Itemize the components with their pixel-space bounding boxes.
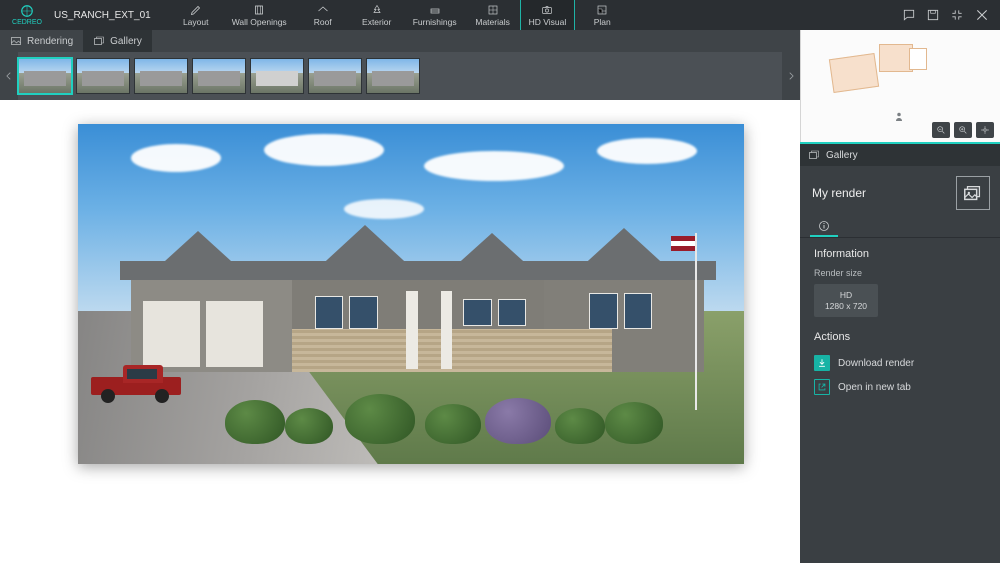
side-panel-tabs xyxy=(800,216,1000,238)
actions-heading: Actions xyxy=(814,331,988,343)
chat-icon xyxy=(902,8,916,22)
close-icon xyxy=(974,7,990,23)
close-button[interactable] xyxy=(974,7,990,23)
image-icon xyxy=(10,35,22,47)
action-label: Open in new tab xyxy=(838,382,911,393)
project-name: US_RANCH_EXT_01 xyxy=(54,10,169,21)
thumbnail[interactable] xyxy=(366,58,420,94)
tab-info[interactable] xyxy=(810,216,838,237)
thumbnail[interactable] xyxy=(192,58,246,94)
pencil-icon xyxy=(189,4,203,16)
sofa-icon xyxy=(428,4,442,16)
roof-icon xyxy=(316,4,330,16)
chevron-right-icon xyxy=(786,69,796,83)
tool-label: Furnishings xyxy=(413,17,457,27)
render-size-label: Render size xyxy=(814,268,988,278)
thumbnail[interactable] xyxy=(134,58,188,94)
render-size-chip[interactable]: HD 1280 x 720 xyxy=(814,284,878,317)
brand-text: CEDREO xyxy=(12,19,42,26)
tool-exterior[interactable]: Exterior xyxy=(350,0,404,30)
mode-rendering[interactable]: Rendering xyxy=(0,30,83,52)
tool-roof[interactable]: Roof xyxy=(296,0,350,30)
save-button[interactable] xyxy=(926,8,940,22)
swatch-icon xyxy=(486,4,500,16)
thumb-next-button[interactable] xyxy=(782,52,800,100)
render-title: My render xyxy=(812,186,866,200)
tool-label: Roof xyxy=(314,17,332,27)
info-heading: Information xyxy=(814,248,988,260)
thumbnail[interactable] xyxy=(18,58,72,94)
zoom-in-icon xyxy=(958,125,968,135)
tool-label: Wall Openings xyxy=(232,17,287,27)
tree-icon xyxy=(370,4,384,16)
mode-label: Rendering xyxy=(27,36,73,47)
mode-gallery[interactable]: Gallery xyxy=(83,30,152,52)
open-new-tab-button[interactable]: Open in new tab xyxy=(814,375,988,399)
save-icon xyxy=(926,8,940,22)
plan-icon xyxy=(595,4,609,16)
tool-wall-openings[interactable]: Wall Openings xyxy=(223,0,296,30)
download-icon xyxy=(817,358,827,368)
tool-label: HD Visual xyxy=(529,17,567,27)
stack-icon xyxy=(962,182,984,204)
tool-hd-visual[interactable]: HD Visual xyxy=(520,0,576,30)
info-icon xyxy=(818,220,830,232)
top-right-controls xyxy=(902,0,1000,30)
tool-furnishings[interactable]: Furnishings xyxy=(404,0,466,30)
person-marker-icon xyxy=(893,110,905,124)
tool-layout[interactable]: Layout xyxy=(169,0,223,30)
zoom-in-button[interactable] xyxy=(954,122,972,138)
chevron-left-icon xyxy=(4,69,14,83)
tool-plan[interactable]: Plan xyxy=(575,0,629,30)
gallery-icon xyxy=(93,35,105,47)
tool-label: Materials xyxy=(475,17,509,27)
thumbnail[interactable] xyxy=(308,58,362,94)
side-panel-header: Gallery xyxy=(800,144,1000,166)
thumbnail[interactable] xyxy=(76,58,130,94)
size-name: HD xyxy=(818,290,874,301)
gallery-stack-button[interactable] xyxy=(956,176,990,210)
mode-label: Gallery xyxy=(110,36,142,47)
minimap-plan xyxy=(831,38,931,98)
zoom-out-icon xyxy=(936,125,946,135)
zoom-out-button[interactable] xyxy=(932,122,950,138)
collapse-button[interactable] xyxy=(950,8,964,22)
thumbnail[interactable] xyxy=(250,58,304,94)
side-panel-header-label: Gallery xyxy=(826,150,858,161)
brand-logo[interactable]: CEDREO xyxy=(0,4,54,26)
door-icon xyxy=(252,4,266,16)
tool-label: Exterior xyxy=(362,17,391,27)
minimap[interactable] xyxy=(800,30,1000,142)
chat-button[interactable] xyxy=(902,8,916,22)
tool-label: Layout xyxy=(183,17,209,27)
download-render-button[interactable]: Download render xyxy=(814,351,988,375)
side-panel: Gallery My render Information Render siz… xyxy=(800,142,1000,563)
external-link-icon xyxy=(817,382,827,392)
brand-icon xyxy=(20,4,34,18)
top-bar: CEDREO US_RANCH_EXT_01 Layout Wall Openi… xyxy=(0,0,1000,30)
tool-materials[interactable]: Materials xyxy=(466,0,520,30)
recenter-icon xyxy=(980,125,990,135)
action-label: Download render xyxy=(838,358,914,369)
gallery-icon xyxy=(808,149,820,161)
camera-icon xyxy=(540,4,554,16)
render-preview[interactable] xyxy=(78,124,744,464)
thumb-prev-button[interactable] xyxy=(0,52,18,100)
tool-label: Plan xyxy=(594,17,611,27)
recenter-button[interactable] xyxy=(976,122,994,138)
collapse-icon xyxy=(950,8,964,22)
top-tools: Layout Wall Openings Roof Exterior Furni… xyxy=(169,0,630,30)
size-value: 1280 x 720 xyxy=(818,301,874,312)
